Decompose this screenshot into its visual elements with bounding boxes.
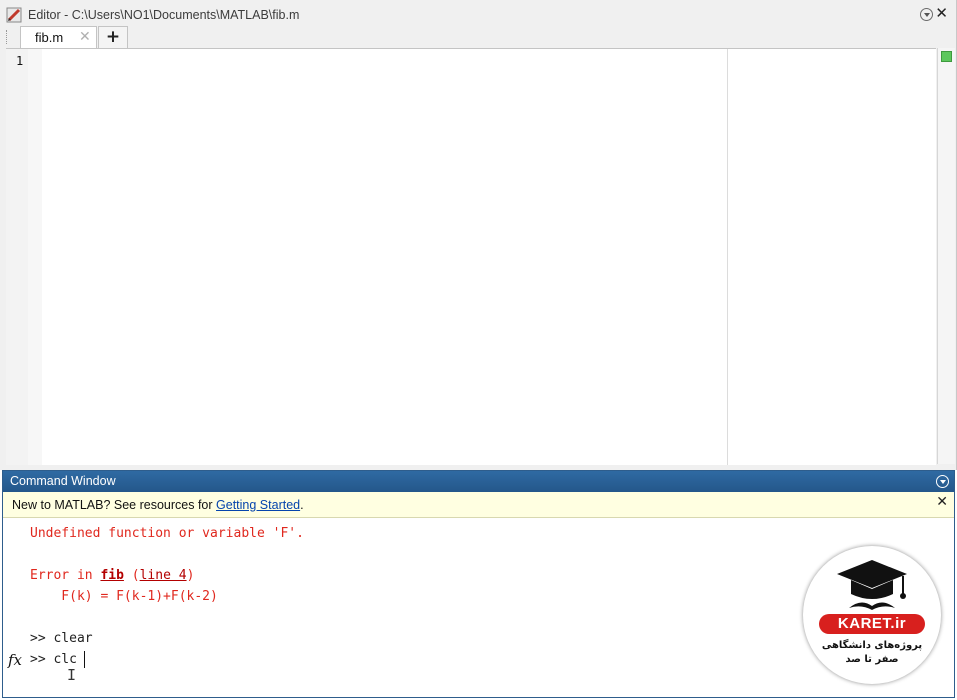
command-history-line: >> clear [30, 631, 93, 646]
brand-tagline-1: پروژه‌های دانشگاهی [821, 640, 923, 651]
editor-tab-bar: fib.m ✕ + [0, 26, 955, 48]
code-editor-area[interactable]: 1 [6, 48, 936, 465]
error-prefix: Error in [30, 568, 101, 583]
error-location-line: Error in fib (line 4) [30, 568, 194, 583]
error-suffix: ) [186, 568, 195, 583]
line-number-gutter: 1 [6, 49, 28, 465]
command-window-title: Command Window [10, 474, 116, 488]
error-mid: ( [123, 568, 140, 583]
command-window-title-bar: Command Window [3, 471, 954, 492]
ibeam-cursor-icon: I [67, 666, 77, 684]
editor-title-bar: Editor - C:\Users\NO1\Documents\MATLAB\f… [0, 0, 955, 29]
function-link[interactable]: fib [100, 568, 123, 583]
function-browser-icon[interactable]: fx [8, 651, 22, 669]
editor-title: Editor - C:\Users\NO1\Documents\MATLAB\f… [28, 8, 300, 22]
getting-started-banner: New to MATLAB? See resources for Getting… [3, 492, 954, 518]
command-window-actions-icon[interactable] [936, 475, 949, 488]
banner-suffix: . [300, 498, 304, 512]
pencil-icon [6, 7, 22, 23]
new-tab-button[interactable]: + [98, 26, 128, 48]
banner-close-button[interactable]: ✕ [936, 494, 948, 510]
text-caret [84, 651, 85, 668]
code-analyzer-status-icon[interactable] [941, 51, 952, 62]
editor-close-button[interactable]: ✕ [935, 4, 948, 22]
error-source-line: F(k) = F(k-1)+F(k-2) [30, 589, 218, 604]
line-number: 1 [16, 54, 24, 68]
command-prompt-input[interactable]: >> clc [30, 652, 77, 667]
right-margin-line [727, 49, 728, 465]
tab-label: fib.m [35, 30, 64, 45]
code-folding-gutter [28, 49, 42, 465]
tab-close-icon[interactable]: ✕ [79, 29, 91, 45]
getting-started-link[interactable]: Getting Started [216, 498, 300, 512]
banner-prefix: New to MATLAB? See resources for [12, 498, 217, 512]
editor-actions-menu-icon[interactable] [920, 8, 933, 21]
tab-fib-m[interactable]: fib.m ✕ [20, 26, 97, 48]
brand-tagline-2: صفر تا صد [845, 654, 899, 665]
editor-scrollbar[interactable] [937, 48, 955, 464]
editor-panel: Editor - C:\Users\NO1\Documents\MATLAB\f… [0, 0, 957, 470]
banner-message: New to MATLAB? See resources for Getting… [12, 498, 304, 512]
brand-name: KARET.ir [819, 614, 925, 634]
line-link[interactable]: line 4 [140, 568, 187, 583]
error-message-line: Undefined function or variable 'F'. [30, 526, 304, 541]
karet-watermark-logo: KARET.ir پروژه‌های دانشگاهی صفر تا صد [803, 546, 941, 684]
tab-grip-handle[interactable] [6, 30, 9, 44]
